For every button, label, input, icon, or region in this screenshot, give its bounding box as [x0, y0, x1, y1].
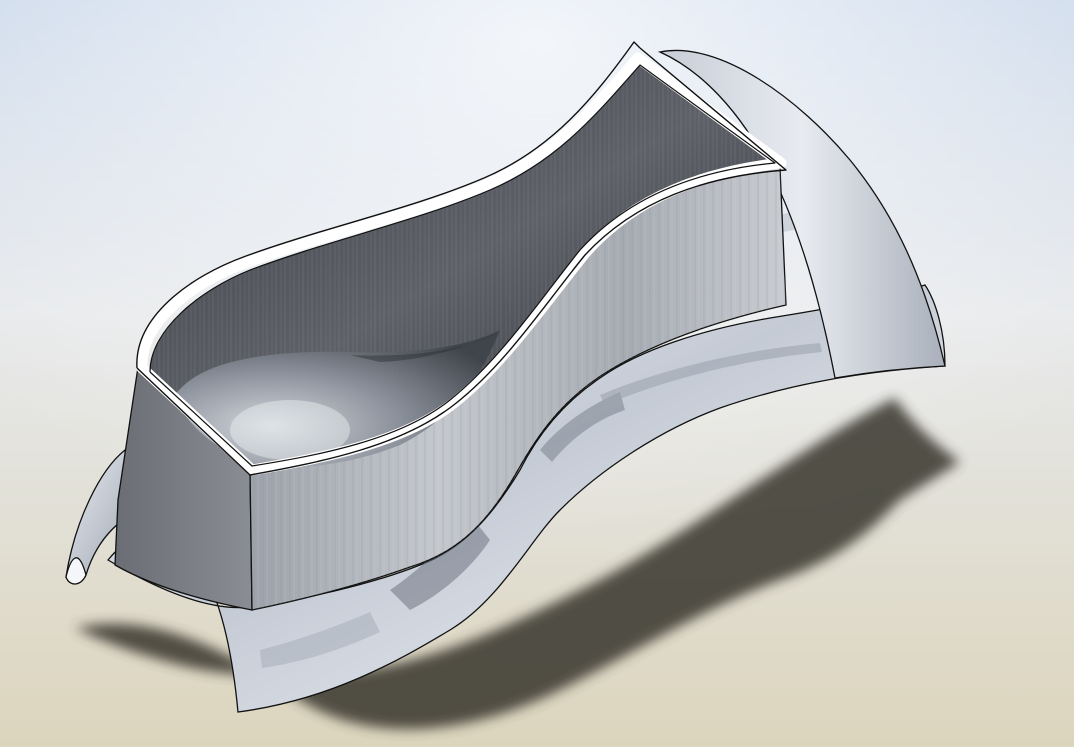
part-render[interactable]	[0, 0, 1074, 747]
cad-viewport[interactable]	[0, 0, 1074, 747]
